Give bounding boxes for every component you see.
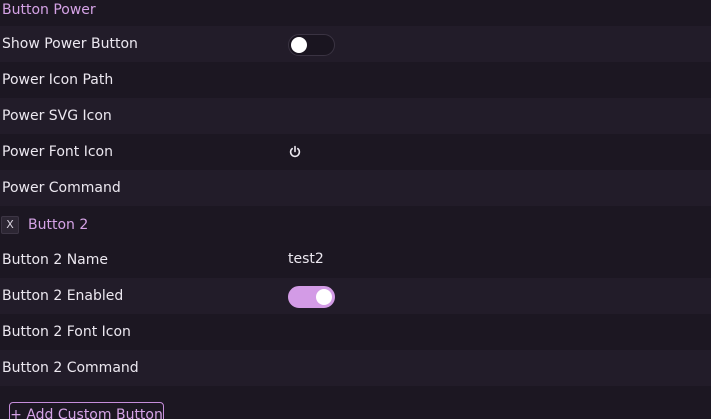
setting-label: Power SVG Icon — [2, 108, 112, 124]
toggle-knob — [316, 289, 332, 305]
setting-row-power-font-icon: Power Font Icon — [0, 134, 711, 170]
setting-label: Button 2 Enabled — [2, 288, 124, 304]
button-2-command-field[interactable] — [288, 350, 688, 386]
setting-label: Power Command — [2, 180, 121, 196]
setting-label: Show Power Button — [2, 36, 138, 52]
setting-row-show-power: Show Power Button — [0, 26, 711, 62]
power-icon[interactable] — [288, 145, 302, 159]
section-title: Button Power — [2, 2, 96, 18]
setting-row-button-2-command: Button 2 Command — [0, 350, 711, 386]
show-power-toggle[interactable] — [288, 34, 335, 56]
button-2-name-field[interactable]: test2 — [288, 242, 688, 278]
power-command-field[interactable] — [288, 170, 688, 206]
setting-row-button-2-name: Button 2 Name test2 — [0, 242, 711, 278]
button-2-font-icon-field[interactable] — [288, 314, 688, 350]
setting-row-button-2-font-icon: Button 2 Font Icon — [0, 314, 711, 350]
setting-label: Power Icon Path — [2, 72, 114, 88]
power-icon-path-field[interactable] — [288, 62, 688, 98]
setting-row-power-svg-icon: Power SVG Icon — [0, 98, 711, 134]
setting-row-button-2-enabled: Button 2 Enabled — [0, 278, 711, 314]
setting-label: Button 2 Name — [2, 252, 109, 268]
setting-label: Button 2 Command — [2, 360, 139, 376]
power-svg-icon-field[interactable] — [288, 98, 688, 134]
button-2-header: X Button 2 — [0, 214, 300, 236]
add-custom-button[interactable]: + Add Custom Button — [9, 402, 164, 419]
setting-row-power-command: Power Command — [0, 170, 711, 206]
toggle-knob — [291, 37, 307, 53]
remove-button-2-button[interactable]: X — [1, 216, 19, 234]
setting-label: Button 2 Font Icon — [2, 324, 131, 340]
setting-row-power-icon-path: Power Icon Path — [0, 62, 711, 98]
button-2-title: Button 2 — [28, 217, 89, 233]
button-2-enabled-toggle[interactable] — [288, 286, 335, 308]
settings-panel: Button Power Show Power Button Power Ico… — [0, 0, 711, 419]
setting-label: Power Font Icon — [2, 144, 113, 160]
